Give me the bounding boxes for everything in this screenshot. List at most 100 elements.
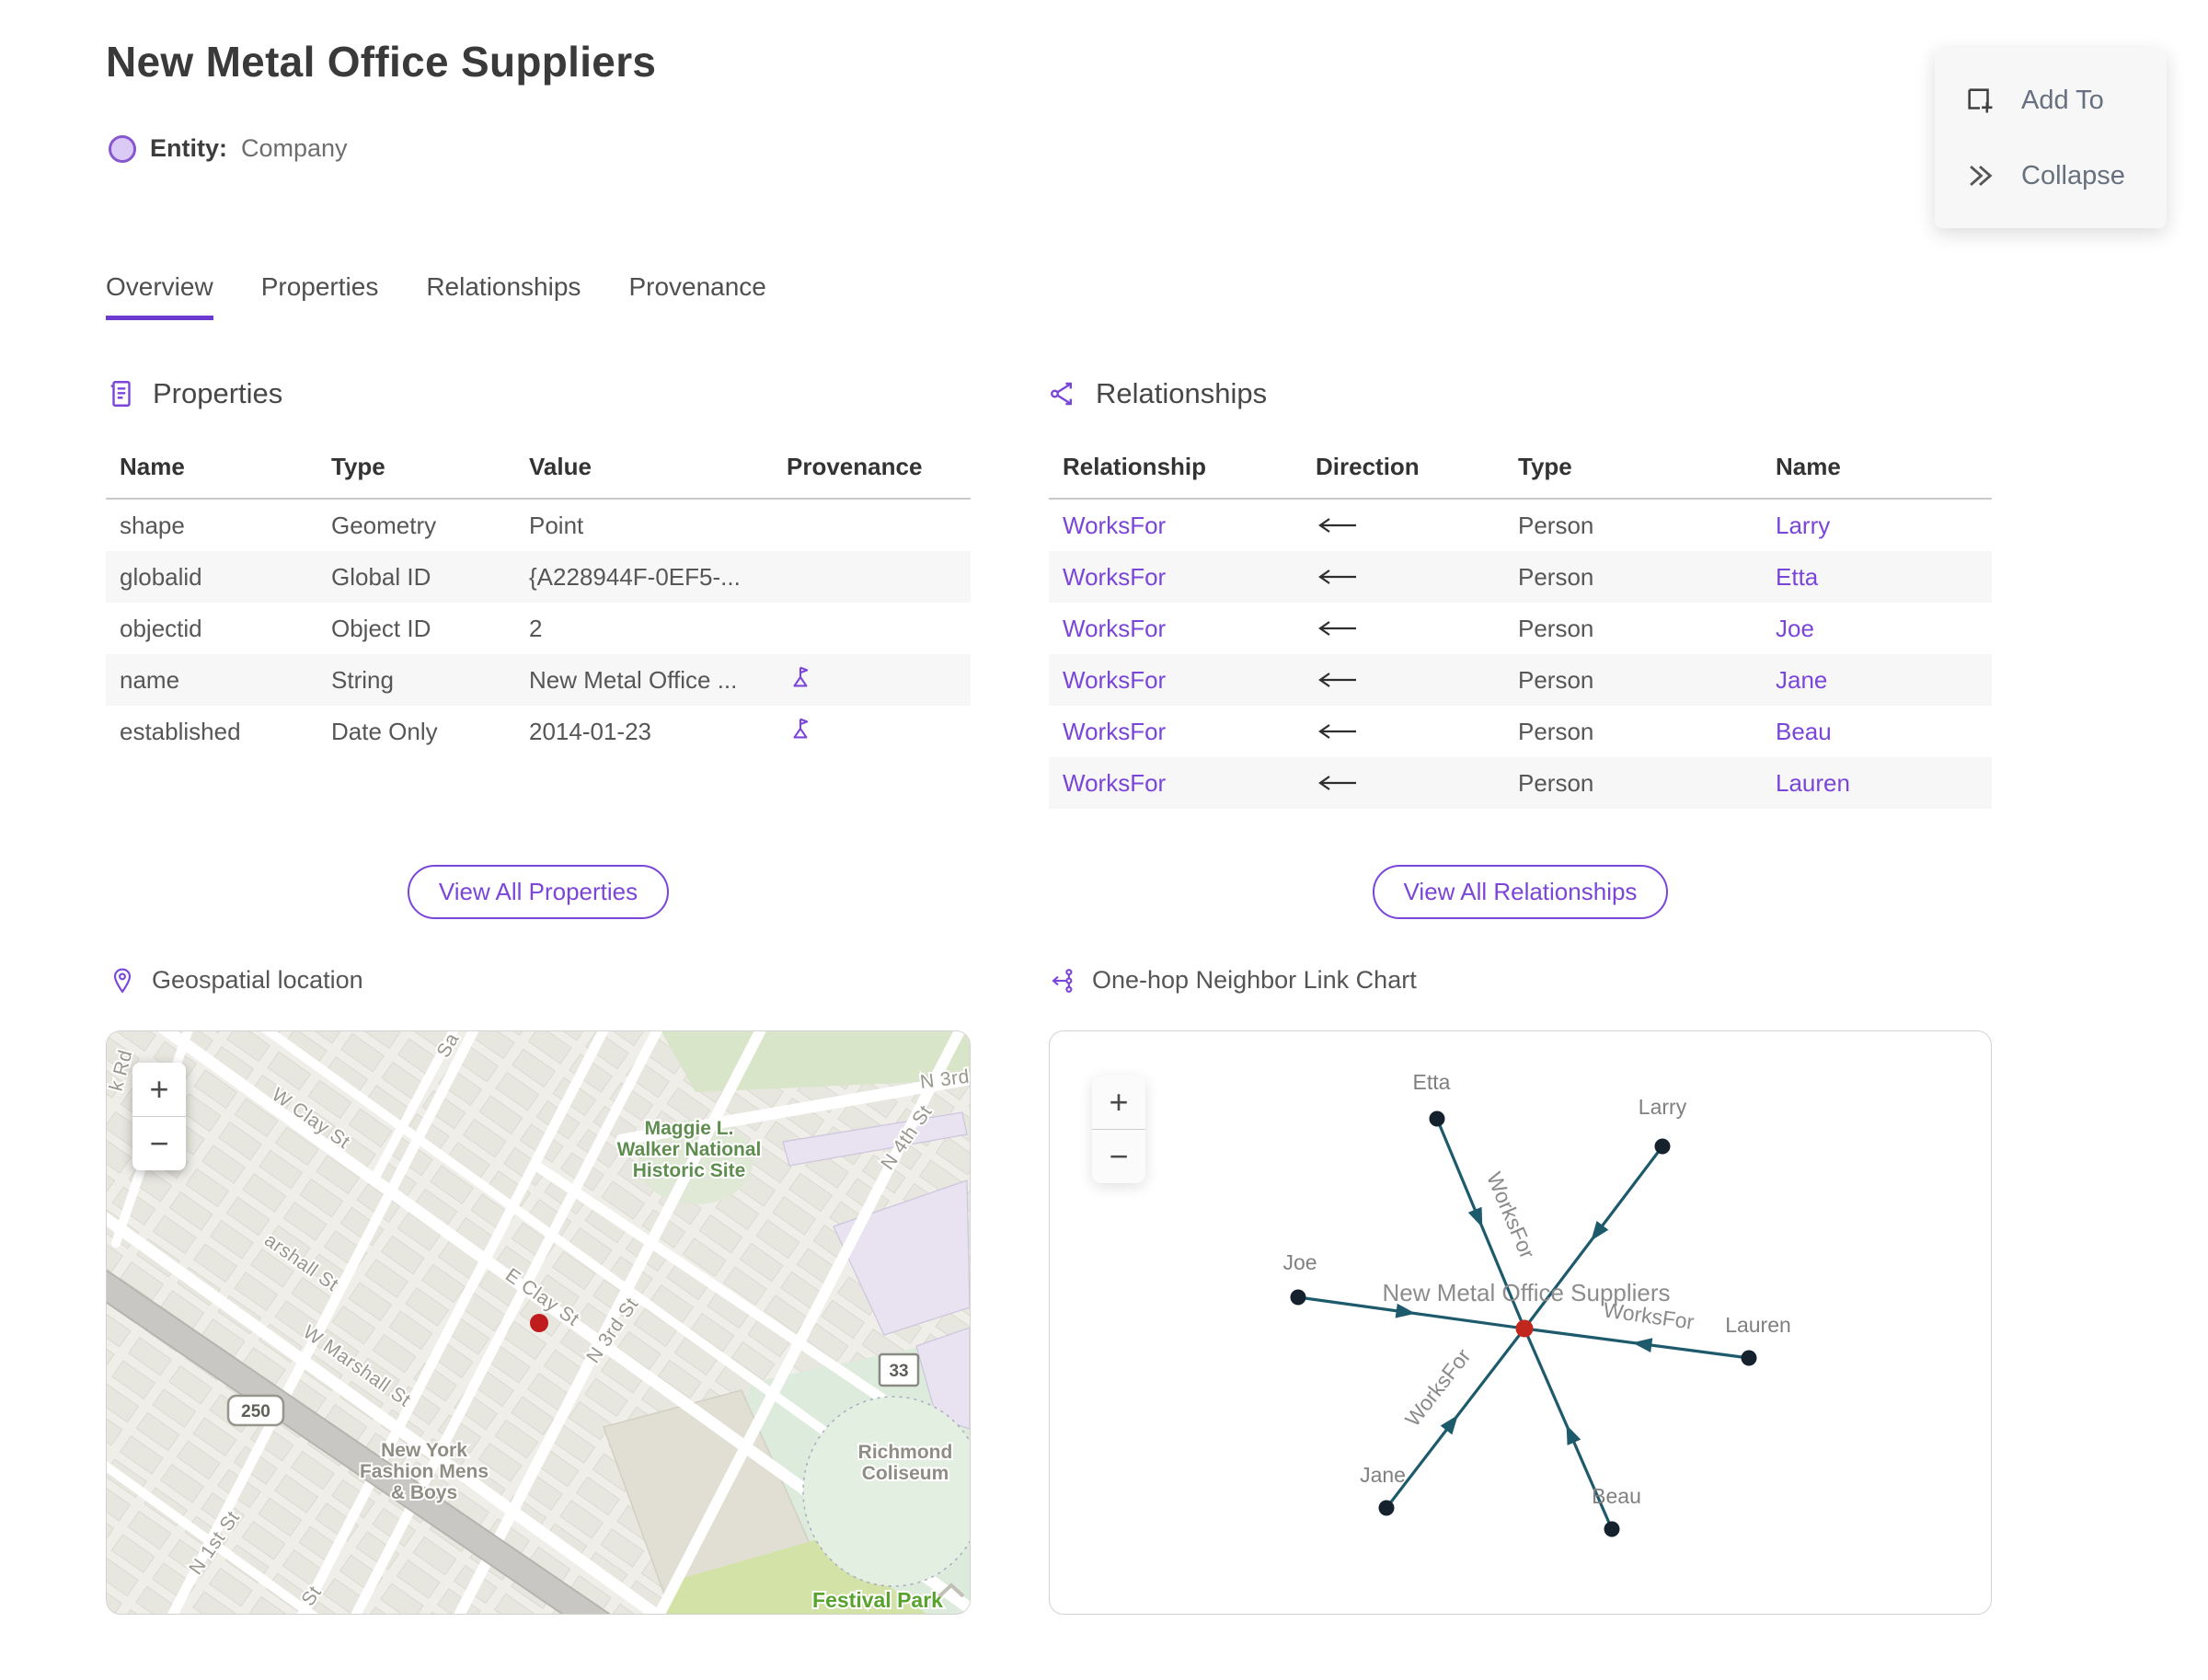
relationship-type-link[interactable]: WorksFor <box>1063 563 1316 592</box>
chart-zoom-in-button[interactable]: + <box>1092 1076 1145 1129</box>
chart-zoom-out-button[interactable]: − <box>1092 1129 1145 1183</box>
left-arrow-icon <box>1318 620 1356 636</box>
provenance-icon[interactable] <box>787 715 814 742</box>
company-node-label: New Metal Office Suppliers <box>1382 1279 1670 1306</box>
person-node-label: Joe <box>1282 1250 1317 1274</box>
person-node[interactable] <box>1654 1138 1671 1155</box>
relationships-table-header: Relationship Direction Type Name <box>1049 440 1992 500</box>
relationship-row: WorksFor Person Jane <box>1049 654 1992 706</box>
property-row: shape Geometry Point <box>106 500 971 551</box>
relationship-name-link[interactable]: Lauren <box>1776 769 1992 798</box>
relationship-entity-type: Person <box>1518 614 1594 642</box>
relationship-name-link[interactable]: Joe <box>1776 615 1992 643</box>
collapse-label: Collapse <box>2021 160 2125 190</box>
property-type: Date Only <box>331 717 438 745</box>
col-name: Name <box>120 453 185 480</box>
view-all-properties-button[interactable]: View All Properties <box>407 865 670 919</box>
company-node[interactable] <box>1515 1319 1534 1338</box>
tab-overview[interactable]: Overview <box>106 272 213 320</box>
tab-provenance[interactable]: Provenance <box>628 272 765 320</box>
relationship-type-link[interactable]: WorksFor <box>1063 769 1316 798</box>
map-canvas[interactable]: k RdW Clay StSaarshall StW Marshall StE … <box>107 1031 971 1615</box>
map-poi-label: Richmond Coliseum <box>858 1442 953 1484</box>
person-node[interactable] <box>1378 1500 1395 1516</box>
relationship-type-link[interactable]: WorksFor <box>1063 512 1316 540</box>
relationship-name-link[interactable]: Jane <box>1776 666 1992 695</box>
tab-bar: Overview Properties Relationships Proven… <box>106 272 766 320</box>
add-to-button[interactable]: Add To <box>1935 63 2167 138</box>
person-node-label: Larry <box>1639 1095 1687 1119</box>
person-node-label: Lauren <box>1725 1313 1791 1337</box>
property-row: name String New Metal Office ... <box>106 654 971 706</box>
col-relationship: Relationship <box>1063 453 1207 480</box>
property-provenance-cell <box>787 715 971 749</box>
left-arrow-icon <box>1318 569 1356 584</box>
col-type: Type <box>1518 453 1572 480</box>
col-provenance: Provenance <box>787 453 923 480</box>
person-node[interactable] <box>1604 1521 1620 1537</box>
relationship-row: WorksFor Person Beau <box>1049 706 1992 757</box>
person-node[interactable] <box>1429 1110 1445 1127</box>
person-node[interactable] <box>1290 1289 1306 1306</box>
property-name: established <box>120 717 241 745</box>
property-value: New Metal Office ... <box>529 665 738 694</box>
property-name: objectid <box>120 614 202 642</box>
properties-heading-label: Properties <box>153 377 283 409</box>
relationship-type-link[interactable]: WorksFor <box>1063 666 1316 695</box>
one-hop-link-chart[interactable]: WorksFor WorksFor WorksFor Etta Larry Joe Laur… <box>1049 1030 1992 1615</box>
relationships-section-heading: Relationships <box>1049 377 1267 410</box>
person-node-label: Jane <box>1360 1463 1406 1487</box>
property-provenance-cell <box>787 663 971 697</box>
tab-relationships[interactable]: Relationships <box>426 272 581 320</box>
relationships-table: Relationship Direction Type Name WorksFo… <box>1049 440 1992 809</box>
edge-arrowhead <box>1566 1424 1581 1445</box>
geospatial-heading-label: Geospatial location <box>152 966 363 994</box>
add-to-label: Add To <box>2021 85 2104 115</box>
properties-table: Name Type Value Provenance shape Geometry… <box>106 440 971 757</box>
svg-text:33: 33 <box>889 1362 908 1381</box>
provenance-icon[interactable] <box>787 663 814 691</box>
relationship-entity-type: Person <box>1518 562 1594 591</box>
relationship-direction <box>1316 615 1518 643</box>
edge-arrowhead <box>1440 1414 1458 1435</box>
relationship-name-link[interactable]: Etta <box>1776 563 1992 592</box>
chart-zoom-control: + − <box>1092 1076 1145 1183</box>
relationship-name-link[interactable]: Beau <box>1776 718 1992 746</box>
map-zoom-out-button[interactable]: − <box>132 1116 186 1170</box>
edge-arrowhead <box>1591 1221 1609 1241</box>
person-node-label: Etta <box>1413 1070 1451 1094</box>
relationship-type-link[interactable]: WorksFor <box>1063 718 1316 746</box>
entity-detail-page: New Metal Office Suppliers Entity: Compa… <box>0 0 2208 1680</box>
geospatial-map[interactable]: k Rd W Clay St Sa arshall St W Marshall St E … <box>106 1030 971 1615</box>
relationship-type-link[interactable]: WorksFor <box>1063 615 1316 643</box>
tab-properties[interactable]: Properties <box>261 272 379 320</box>
relationship-entity-type: Person <box>1518 717 1594 745</box>
map-zoom-in-button[interactable]: + <box>132 1063 186 1116</box>
relationship-direction <box>1316 563 1518 592</box>
view-all-relationships-wrap: View All Relationships <box>1049 865 1992 919</box>
property-value: Point <box>529 511 584 539</box>
relationship-direction <box>1316 769 1518 798</box>
property-type: Geometry <box>331 511 437 539</box>
relationship-direction <box>1316 512 1518 540</box>
floating-action-menu: Add To Collapse <box>1935 48 2167 228</box>
collapse-button[interactable]: Collapse <box>1935 138 2167 213</box>
relationship-direction <box>1316 666 1518 695</box>
property-type: String <box>331 665 394 694</box>
relationship-name-link[interactable]: Larry <box>1776 512 1992 540</box>
left-arrow-icon <box>1318 672 1356 687</box>
link-chart-canvas[interactable]: WorksForWorksForWorksForEttaLarryJoeLaur… <box>1050 1031 1992 1615</box>
col-value: Value <box>529 453 592 480</box>
entity-type-icon <box>109 134 136 163</box>
relationships-table-body: WorksFor Person Larry WorksFor Person Etta Wor… <box>1049 500 1992 809</box>
relationship-entity-type: Person <box>1518 665 1594 694</box>
view-all-relationships-button[interactable]: View All Relationships <box>1372 865 1669 919</box>
relationship-row: WorksFor Person Larry <box>1049 500 1992 551</box>
person-node[interactable] <box>1741 1350 1757 1366</box>
relationship-entity-type: Person <box>1518 511 1594 539</box>
relationship-row: WorksFor Person Joe <box>1049 603 1992 654</box>
property-type: Global ID <box>331 562 431 591</box>
relationship-entity-type: Person <box>1518 768 1594 797</box>
map-location-marker[interactable] <box>530 1314 548 1332</box>
map-poi-label: Festival Park <box>812 1588 943 1612</box>
